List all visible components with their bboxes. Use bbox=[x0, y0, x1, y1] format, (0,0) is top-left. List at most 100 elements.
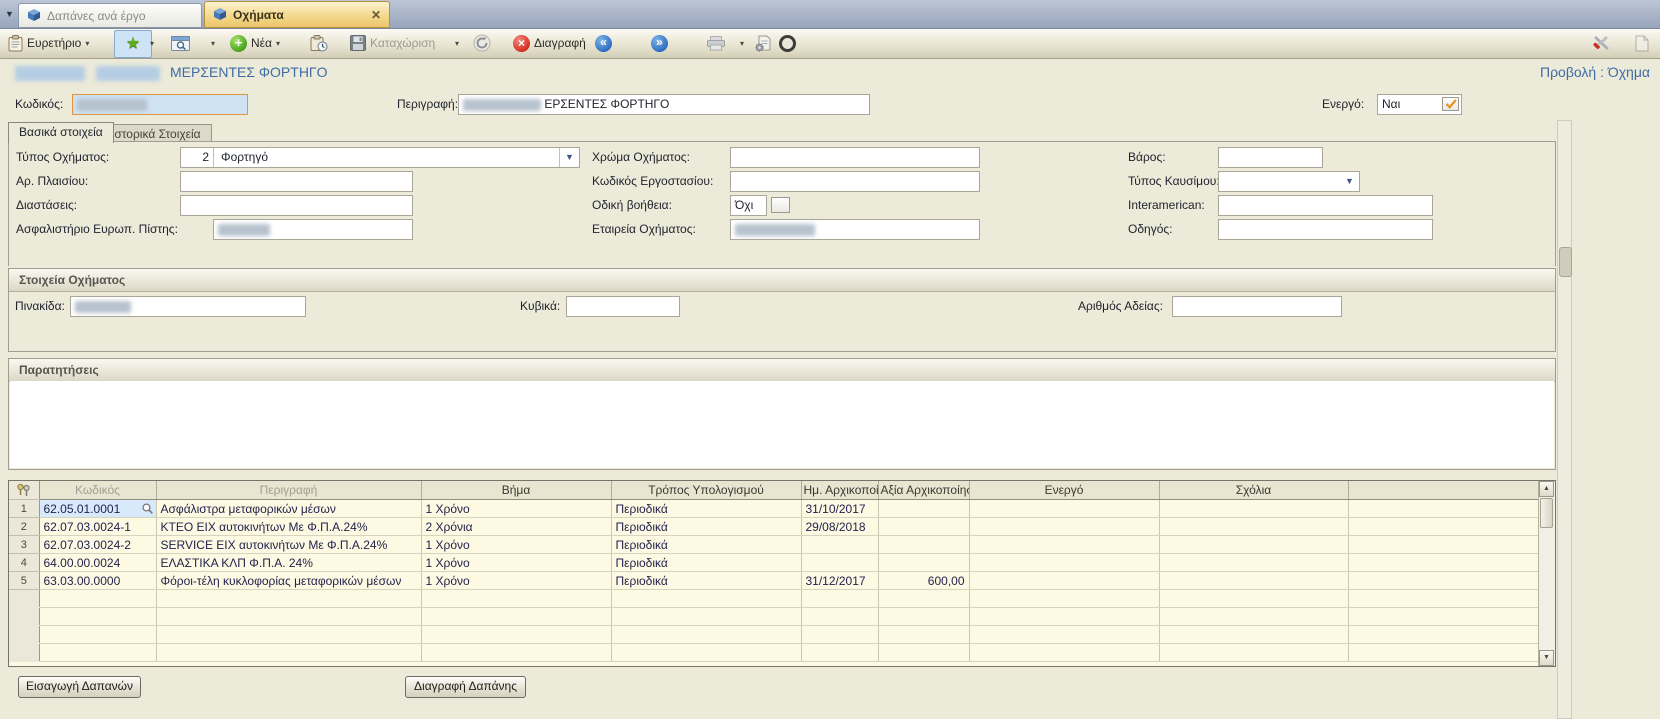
grid-cell-empty[interactable] bbox=[156, 608, 421, 626]
col-header-comments[interactable]: Σχόλια bbox=[1159, 481, 1348, 500]
grid-cell-empty[interactable] bbox=[421, 644, 611, 662]
grid-cell-description[interactable]: Ασφάλιστρα μεταφορικών μέσων bbox=[156, 500, 421, 518]
grid-cell-empty[interactable] bbox=[1159, 626, 1348, 644]
active-checkbox[interactable] bbox=[1442, 97, 1459, 111]
grid-cell-empty[interactable] bbox=[878, 644, 969, 662]
grid-cell-active[interactable] bbox=[969, 536, 1159, 554]
grid-cell-active[interactable] bbox=[969, 554, 1159, 572]
col-header-active[interactable]: Ενεργό bbox=[969, 481, 1159, 500]
index-dropdown-icon[interactable]: ▾ bbox=[85, 39, 89, 48]
grid-cell-description[interactable]: ΚΤΕΟ ΕΙΧ αυτοκινήτων Με Φ.Π.Α.24% bbox=[156, 518, 421, 536]
delete-expense-button[interactable]: Διαγραφή Δαπάνης bbox=[405, 676, 526, 698]
col-header-calc[interactable]: Τρόπος Υπολογισμού bbox=[611, 481, 801, 500]
grid-cell-empty[interactable] bbox=[801, 590, 878, 608]
new-button[interactable]: + Νέα ▾ bbox=[227, 30, 283, 56]
grid-cell-calc[interactable]: Περιοδικά bbox=[611, 500, 801, 518]
grid-cell-init-value[interactable]: 600,00 bbox=[878, 572, 969, 590]
chassis-field[interactable] bbox=[180, 171, 413, 192]
lookup-magnifier-icon[interactable] bbox=[141, 502, 154, 515]
scroll-down-icon[interactable]: ▼ bbox=[1539, 650, 1554, 666]
grid-cell-description[interactable]: ΕΛΑΣΤΙΚΑ ΚΛΠ Φ.Π.Α. 24% bbox=[156, 554, 421, 572]
grid-cell-step[interactable]: 1 Χρόνο bbox=[421, 554, 611, 572]
grid-cell-empty[interactable] bbox=[156, 644, 421, 662]
grid-cell-empty[interactable] bbox=[39, 626, 156, 644]
refresh-button[interactable] bbox=[470, 30, 494, 56]
row-selector[interactable] bbox=[9, 626, 39, 644]
grid-cell-empty[interactable] bbox=[878, 608, 969, 626]
grid-cell-empty[interactable] bbox=[878, 590, 969, 608]
panel-scrollbar[interactable] bbox=[1557, 120, 1572, 719]
audit-button[interactable] bbox=[776, 30, 799, 56]
col-header-code[interactable]: Κωδικός bbox=[39, 481, 156, 500]
tools-button[interactable] bbox=[1588, 30, 1614, 56]
grid-cell-active[interactable] bbox=[969, 572, 1159, 590]
save-dropdown[interactable]: ▾ bbox=[452, 30, 462, 56]
tab-list-dropdown-icon[interactable]: ▼ bbox=[2, 4, 17, 24]
grid-cell-code[interactable]: 62.05.01.0001 bbox=[39, 500, 156, 518]
grid-cell-init-value[interactable] bbox=[878, 536, 969, 554]
grid-cell-comments[interactable] bbox=[1159, 554, 1348, 572]
dimensions-field[interactable] bbox=[180, 195, 413, 216]
grid-cell-empty[interactable] bbox=[421, 608, 611, 626]
grid-cell-empty[interactable] bbox=[969, 626, 1159, 644]
settings-document-button[interactable] bbox=[752, 30, 775, 56]
print-dropdown[interactable]: ▾ bbox=[737, 30, 747, 56]
previous-record-button[interactable]: « bbox=[592, 30, 615, 56]
vehicle-color-field[interactable] bbox=[730, 147, 980, 168]
grid-cell-description[interactable]: SERVICE ΕΙΧ αυτοκινήτων Με Φ.Π.Α.24% bbox=[156, 536, 421, 554]
plate-field[interactable] bbox=[70, 296, 306, 317]
grid-cell-init-date[interactable] bbox=[801, 536, 878, 554]
description-field[interactable]: ΕΡΣΕΝΤΕΣ ΦΟΡΤΗΓΟ bbox=[458, 94, 870, 115]
next-record-button[interactable]: » bbox=[648, 30, 671, 56]
grid-cell-active[interactable] bbox=[969, 500, 1159, 518]
grid-cell-init-date[interactable] bbox=[801, 554, 878, 572]
fuel-type-combo[interactable]: ▼ bbox=[1218, 171, 1360, 192]
grid-cell-empty[interactable] bbox=[611, 608, 801, 626]
grid-cell-code[interactable]: 64.00.00.0024 bbox=[39, 554, 156, 572]
grid-cell-comments[interactable] bbox=[1159, 500, 1348, 518]
grid-cell-step[interactable]: 2 Χρόνια bbox=[421, 518, 611, 536]
grid-cell-init-date[interactable]: 31/12/2017 bbox=[801, 572, 878, 590]
grid-cell-empty[interactable] bbox=[421, 626, 611, 644]
notes-textarea[interactable] bbox=[10, 381, 1554, 468]
col-header-init-date[interactable]: Ημ. Αρχικοποί bbox=[801, 481, 878, 500]
road-assist-value-field[interactable]: Όχι bbox=[730, 195, 767, 216]
grid-cell-step[interactable]: 1 Χρόνο bbox=[421, 572, 611, 590]
col-header-description[interactable]: Περιγραφή bbox=[156, 481, 421, 500]
grid-cell-code[interactable]: 62.07.03.0024-1 bbox=[39, 518, 156, 536]
insurance-field[interactable] bbox=[213, 219, 413, 240]
row-selector[interactable]: 3 bbox=[9, 536, 39, 554]
grid-cell-code[interactable]: 62.07.03.0024-2 bbox=[39, 536, 156, 554]
grid-cell-empty[interactable] bbox=[801, 608, 878, 626]
close-tab-icon[interactable]: ✕ bbox=[371, 9, 381, 21]
grid-cell-empty[interactable] bbox=[801, 644, 878, 662]
row-selector[interactable]: 4 bbox=[9, 554, 39, 572]
driver-field[interactable] bbox=[1218, 219, 1433, 240]
chevron-down-icon[interactable]: ▼ bbox=[1340, 172, 1359, 191]
grid-cell-description[interactable]: Φόροι-τέλη κυκλοφορίας μεταφορικών μέσων bbox=[156, 572, 421, 590]
panel-scrollbar-thumb[interactable] bbox=[1559, 247, 1572, 277]
grid-cell-init-value[interactable] bbox=[878, 554, 969, 572]
row-selector[interactable]: 2 bbox=[9, 518, 39, 536]
cubic-field[interactable] bbox=[566, 296, 680, 317]
index-button[interactable]: Ευρετήριο ▾ bbox=[5, 30, 92, 56]
grid-cell-empty[interactable] bbox=[39, 590, 156, 608]
grid-cell-empty[interactable] bbox=[969, 608, 1159, 626]
grid-corner-cell[interactable] bbox=[9, 481, 39, 500]
grid-cell-empty[interactable] bbox=[611, 626, 801, 644]
grid-cell-empty[interactable] bbox=[611, 644, 801, 662]
license-number-field[interactable] bbox=[1172, 296, 1342, 317]
delete-button[interactable]: × Διαγραφή bbox=[510, 30, 589, 56]
factory-code-field[interactable] bbox=[730, 171, 980, 192]
active-field[interactable]: Ναι bbox=[1377, 94, 1462, 115]
vehicle-company-field[interactable] bbox=[730, 219, 980, 240]
grid-cell-empty[interactable] bbox=[156, 590, 421, 608]
grid-cell-empty[interactable] bbox=[969, 590, 1159, 608]
grid-cell-empty[interactable] bbox=[421, 590, 611, 608]
grid-cell-init-value[interactable] bbox=[878, 518, 969, 536]
scroll-up-icon[interactable]: ▲ bbox=[1539, 481, 1554, 497]
col-header-step[interactable]: Βήμα bbox=[421, 481, 611, 500]
grid-scrollbar[interactable]: ▲ ▼ bbox=[1538, 481, 1555, 666]
attachment-button[interactable] bbox=[1632, 30, 1652, 56]
weight-field[interactable] bbox=[1218, 147, 1323, 168]
